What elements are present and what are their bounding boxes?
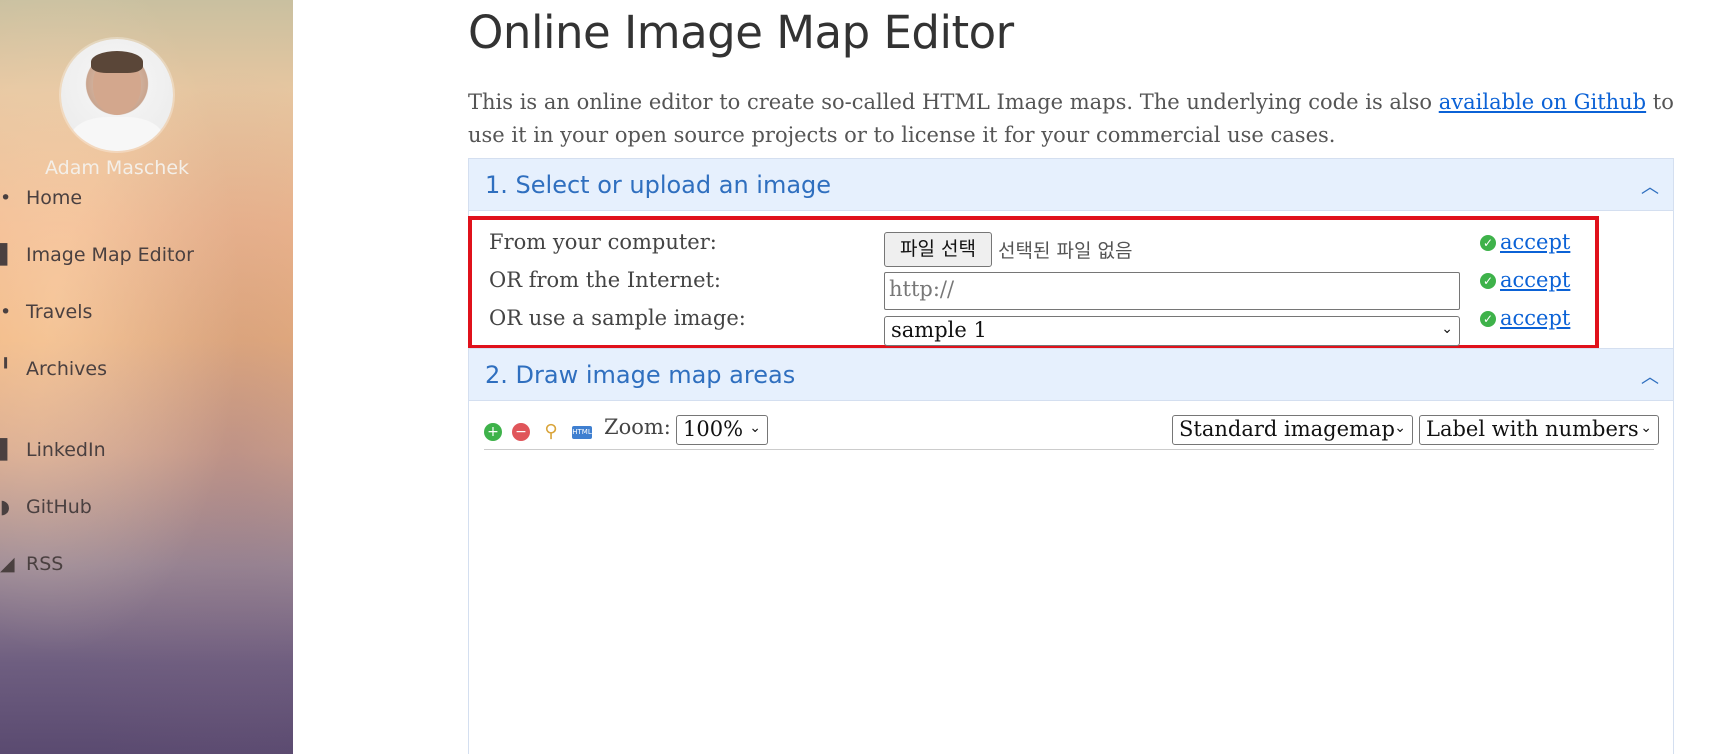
url-input[interactable]: http://	[884, 272, 1460, 310]
section2-body	[468, 401, 1674, 754]
section1-header[interactable]: 1. Select or upload an image ︿	[468, 158, 1674, 211]
nav-rss[interactable]: ◢ RSS	[0, 553, 63, 575]
nav-archives[interactable]: ╹ Archives	[0, 358, 107, 380]
check-icon: ✓	[1480, 235, 1496, 251]
file-status: 선택된 파일 없음	[998, 240, 1133, 262]
html-icon[interactable]: HTML	[572, 426, 592, 439]
label-from-computer: From your computer:	[489, 230, 717, 254]
sample-select[interactable]: sample 1 ⌄	[884, 316, 1460, 346]
remove-icon[interactable]: −	[512, 423, 530, 441]
chevron-down-icon: ⌄	[1441, 321, 1453, 337]
choose-file-button[interactable]: 파일 선택	[884, 232, 992, 267]
nav-home[interactable]: • Home	[0, 187, 82, 209]
avatar	[61, 39, 173, 151]
preview-icon[interactable]: ⚲	[542, 423, 560, 441]
section2-title: 2. Draw image map areas	[485, 361, 796, 389]
image-source-form: From your computer: OR from the Internet…	[468, 216, 1599, 349]
intro-text: This is an online editor to create so-ca…	[468, 90, 1674, 147]
nav-github[interactable]: ◗ GitHub	[0, 496, 92, 518]
check-icon: ✓	[1480, 273, 1496, 289]
add-icon[interactable]: +	[484, 423, 502, 441]
sidebar: Adam Maschek • Home ▌ Image Map Editor • Tr…	[0, 0, 293, 754]
accept-sample-link[interactable]: ✓ accept	[1480, 306, 1570, 330]
nav-travels[interactable]: • Travels	[0, 301, 92, 323]
accept-url-link[interactable]: ✓ accept	[1480, 268, 1570, 292]
chevron-down-icon: ⌄	[1640, 420, 1652, 436]
zoom-select[interactable]: 100% ⌄	[676, 415, 768, 445]
section2-header[interactable]: 2. Draw image map areas ︿	[468, 348, 1674, 401]
editor-toolbar: + − ⚲ HTML Zoom: 100% ⌄ Standard imagema…	[484, 413, 1659, 450]
nav-image-map-editor[interactable]: ▌ Image Map Editor	[0, 244, 194, 266]
zoom-label: Zoom:	[604, 415, 671, 439]
chevron-up-icon[interactable]: ︿	[1641, 173, 1659, 199]
page-title: Online Image Map Editor	[468, 6, 1014, 59]
chevron-up-icon[interactable]: ︿	[1641, 363, 1659, 389]
chevron-down-icon: ⌄	[749, 420, 761, 436]
author-name: Adam Maschek	[44, 157, 190, 179]
accept-file-link[interactable]: ✓ accept	[1480, 230, 1570, 254]
map-type-select[interactable]: Standard imagemap ⌄	[1172, 415, 1413, 445]
label-mode-select[interactable]: Label with numbers ⌄	[1419, 415, 1659, 445]
label-from-internet: OR from the Internet:	[489, 268, 722, 292]
check-icon: ✓	[1480, 311, 1496, 327]
chevron-down-icon: ⌄	[1394, 420, 1406, 436]
label-sample-image: OR use a sample image:	[489, 306, 746, 330]
github-link[interactable]: available on Github	[1439, 90, 1646, 114]
section1-title: 1. Select or upload an image	[485, 171, 832, 199]
nav-linkedin[interactable]: ▌ LinkedIn	[0, 439, 106, 461]
